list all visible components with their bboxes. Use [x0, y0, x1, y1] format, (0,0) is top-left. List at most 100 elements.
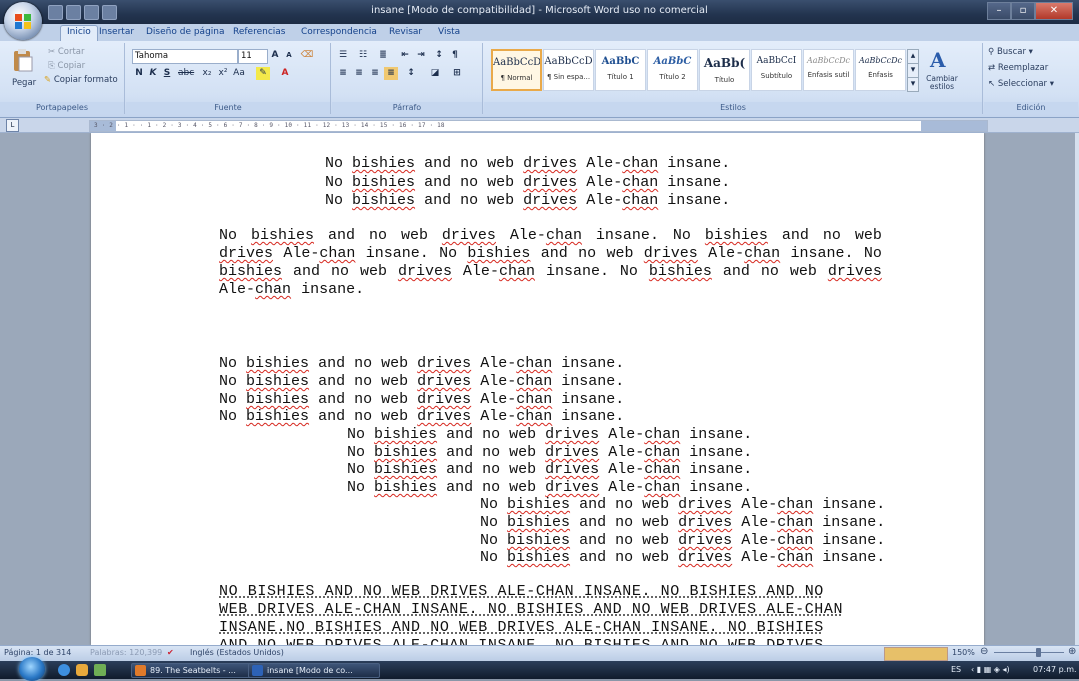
zoom-slider-knob[interactable]: [1036, 648, 1041, 657]
spelling-error-word[interactable]: chan: [516, 391, 552, 408]
spelling-error-word[interactable]: drives: [417, 391, 471, 408]
spelling-error-word[interactable]: bishies: [352, 155, 415, 172]
spelling-error-word[interactable]: chan: [255, 281, 291, 298]
font-family-select[interactable]: Tahoma: [132, 49, 238, 64]
spelling-error-word[interactable]: chan: [516, 408, 552, 425]
underline-button[interactable]: S: [160, 67, 174, 80]
font-color-icon[interactable]: A: [278, 67, 292, 80]
spelling-error-word[interactable]: bishies: [374, 461, 437, 478]
spelling-error-word[interactable]: chan: [777, 549, 813, 566]
spelling-error-word[interactable]: drives: [678, 549, 732, 566]
maximize-icon[interactable]: ▫: [1011, 2, 1035, 20]
spelling-error-word[interactable]: chan: [744, 245, 780, 262]
uppercase-line[interactable]: INSANE.NO BISHIES AND NO WEB DRIVES ALE-…: [219, 619, 824, 636]
tab-referencias[interactable]: Referencias: [233, 27, 286, 37]
show-marks-icon[interactable]: ¶: [448, 49, 462, 62]
document-page[interactable]: No bishies and no web drives Ale-chan in…: [91, 133, 984, 645]
spelling-error-word[interactable]: chan: [516, 373, 552, 390]
spelling-error-word[interactable]: drives: [523, 155, 577, 172]
spelling-error-word[interactable]: bishies: [507, 514, 570, 531]
ie-icon[interactable]: [58, 664, 70, 676]
tab-inicio[interactable]: Inicio: [60, 25, 98, 42]
clear-format-icon[interactable]: ⌫: [300, 49, 314, 62]
spelling-error-word[interactable]: bishies: [705, 227, 768, 244]
paste-icon[interactable]: [12, 47, 34, 73]
spelling-error-word[interactable]: chan: [644, 461, 680, 478]
taskbar-item-word[interactable]: insane [Modo de co...: [248, 663, 380, 678]
spelling-error-word[interactable]: drives: [678, 514, 732, 531]
tab-selector-icon[interactable]: L: [6, 119, 19, 132]
left-aligned-line[interactable]: No bishies and no web drives Ale-chan in…: [219, 408, 624, 425]
spelling-error-word[interactable]: bishies: [467, 245, 530, 262]
spelling-error-word[interactable]: bishies: [219, 263, 282, 280]
subscript-icon[interactable]: x₂: [200, 67, 214, 80]
spelling-error-word[interactable]: drives: [545, 426, 599, 443]
centered-line[interactable]: No bishies and no web drives Ale-chan in…: [325, 155, 730, 172]
spelling-error-word[interactable]: drives: [398, 263, 452, 280]
superscript-icon[interactable]: x²: [216, 67, 230, 80]
uppercase-line[interactable]: NO BISHIES AND NO WEB DRIVES ALE-CHAN IN…: [219, 583, 824, 600]
tray-icons[interactable]: ‹ ▮ ▦ ◈ ◂): [971, 665, 1010, 674]
spelling-error-word[interactable]: bishies: [246, 391, 309, 408]
language-status[interactable]: Inglés (Estados Unidos): [190, 648, 284, 657]
italic-button[interactable]: K: [146, 67, 160, 80]
spelling-error-word[interactable]: drives: [828, 263, 882, 280]
spelling-error-word[interactable]: chan: [499, 263, 535, 280]
tab-revisar[interactable]: Revisar: [389, 27, 422, 37]
spelling-error-word[interactable]: bishies: [246, 408, 309, 425]
sort-icon[interactable]: ↕: [432, 49, 446, 62]
indented-line[interactable]: No bishies and no web drives Ale-chan in…: [347, 426, 752, 443]
spelling-error-word[interactable]: chan: [622, 155, 658, 172]
spelling-error-word[interactable]: drives: [417, 373, 471, 390]
change-styles-label[interactable]: Cambiar estilos: [924, 75, 960, 91]
indented-line[interactable]: No bishies and no web drives Ale-chan in…: [347, 479, 752, 496]
align-left-icon[interactable]: ≡: [336, 67, 350, 80]
change-case-icon[interactable]: Aa: [232, 67, 246, 80]
borders-icon[interactable]: ⊞: [450, 67, 464, 80]
spelling-error-word[interactable]: bishies: [507, 496, 570, 513]
change-styles-icon[interactable]: A: [927, 47, 951, 71]
spelling-error-word[interactable]: drives: [417, 408, 471, 425]
spelling-error-word[interactable]: chan: [777, 532, 813, 549]
zoom-in-icon[interactable]: ⊕: [1068, 646, 1076, 657]
spelling-error-word[interactable]: drives: [523, 192, 577, 209]
start-button[interactable]: [19, 657, 45, 681]
spelling-error-word[interactable]: chan: [622, 174, 658, 191]
spelling-error-word[interactable]: drives: [545, 461, 599, 478]
taskbar-item-music[interactable]: 89. The Seatbelts - ...: [131, 663, 263, 678]
style-sin-espaciado[interactable]: AaBbCcD ¶ Sin espa...: [543, 49, 594, 91]
spelling-error-word[interactable]: drives: [442, 227, 496, 244]
right-aligned-line[interactable]: No bishies and no web drives Ale-chan in…: [480, 496, 885, 513]
vertical-scrollbar[interactable]: [1075, 133, 1079, 645]
format-painter-button[interactable]: ✎ Copiar formato: [44, 75, 118, 85]
tab-diseno-pagina[interactable]: Diseño de página: [146, 27, 225, 37]
copy-button[interactable]: ⎘ Copiar: [48, 61, 85, 71]
font-size-select[interactable]: 11: [238, 49, 268, 64]
align-center-icon[interactable]: ≡: [352, 67, 366, 80]
styles-scroll-down-icon[interactable]: ▾: [907, 63, 919, 78]
spelling-error-word[interactable]: bishies: [352, 192, 415, 209]
right-aligned-line[interactable]: No bishies and no web drives Ale-chan in…: [480, 549, 885, 566]
spelling-error-word[interactable]: chan: [777, 514, 813, 531]
style-normal[interactable]: AaBbCcD ¶ Normal: [491, 49, 542, 91]
paste-label[interactable]: Pegar: [12, 78, 36, 88]
clock[interactable]: 07:47 p.m.: [1033, 665, 1077, 674]
word-count[interactable]: Palabras: 120,399: [90, 648, 162, 657]
justify-icon[interactable]: ≡: [384, 67, 398, 80]
strikethrough-icon[interactable]: abc: [178, 67, 194, 80]
bullets-icon[interactable]: ☰: [336, 49, 350, 62]
zoom-out-icon[interactable]: ⊖: [980, 646, 988, 657]
spelling-error-word[interactable]: chan: [546, 227, 582, 244]
left-aligned-line[interactable]: No bishies and no web drives Ale-chan in…: [219, 373, 624, 390]
shading-icon[interactable]: ◪: [428, 67, 442, 80]
find-button[interactable]: ⚲ Buscar ▾: [988, 47, 1033, 57]
spelling-error-word[interactable]: chan: [622, 192, 658, 209]
centered-line[interactable]: No bishies and no web drives Ale-chan in…: [325, 192, 730, 209]
style-titulo-1[interactable]: AaBbC Título 1: [595, 49, 646, 91]
highlight-icon[interactable]: ✎: [256, 67, 270, 80]
left-aligned-line[interactable]: No bishies and no web drives Ale-chan in…: [219, 355, 624, 372]
spelling-error-word[interactable]: drives: [545, 479, 599, 496]
numbering-icon[interactable]: ☷: [356, 49, 370, 62]
uppercase-line[interactable]: AND NO WEB DRIVES ALE-CHAN INSANE. NO BI…: [219, 637, 824, 645]
grow-font-icon[interactable]: A: [268, 49, 282, 62]
